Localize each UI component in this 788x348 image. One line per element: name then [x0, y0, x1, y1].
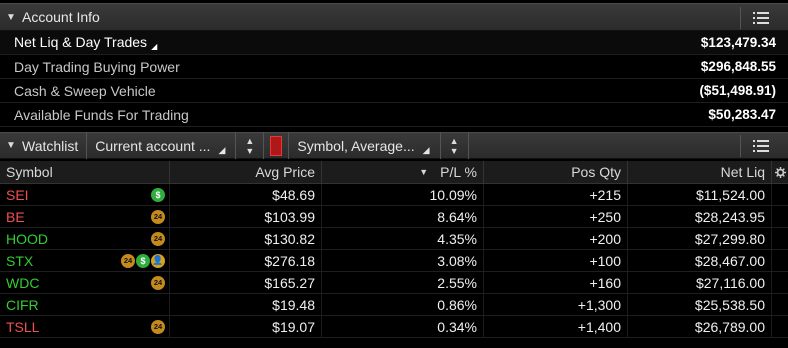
avg-price-cell: $130.82 — [170, 228, 322, 249]
dividend-icon: $ — [136, 253, 150, 268]
account-menu-button[interactable] — [740, 7, 780, 29]
symbol-cell[interactable]: TSLL — [6, 319, 39, 335]
spinner-down-icon[interactable]: ▼ — [450, 146, 459, 156]
avg-price-cell: $276.18 — [170, 250, 322, 271]
spinner-up-icon[interactable]: ▲ — [450, 136, 459, 146]
col-header-pl[interactable]: ▼ P/L % — [322, 161, 484, 183]
table-row[interactable]: HOOD 24 $130.82 4.35% +200 $27,299.80 — [0, 228, 788, 250]
account-select-value: Current account ... — [95, 137, 211, 154]
24-hour-trading-icon: 24 — [151, 275, 165, 290]
table-row[interactable]: CIFR $19.48 0.86% +1,300 $25,538.50 — [0, 294, 788, 316]
symbol-cell[interactable]: HOOD — [6, 231, 48, 247]
spinner-up-icon[interactable]: ▲ — [245, 136, 254, 146]
account-info-header: ▼ Account Info — [0, 3, 788, 31]
spinner-down-icon[interactable]: ▼ — [245, 146, 254, 156]
sort-desc-icon: ▼ — [419, 167, 429, 177]
net-liq-cell: $11,524.00 — [628, 184, 772, 205]
net-liq-cell: $28,243.95 — [628, 206, 772, 227]
watchlist-header: ▼ Watchlist Current account ... ◢ ▲ ▼ Sy… — [0, 132, 788, 159]
account-info-panel: Net Liq & Day Trades ◢ $123,479.34 Day Tr… — [0, 31, 788, 127]
net-liq-cell: $28,467.00 — [628, 250, 772, 271]
avg-price-cell: $19.48 — [170, 294, 322, 315]
net-liq-cell: $25,538.50 — [628, 294, 772, 315]
col-header-pos-qty[interactable]: Pos Qty — [484, 161, 628, 183]
account-info-title: Account Info — [22, 9, 100, 25]
account-row-net-liq[interactable]: Net Liq & Day Trades ◢ $123,479.34 — [0, 31, 788, 55]
symbol-cell[interactable]: WDC — [6, 275, 39, 291]
account-label-net-liq: Net Liq & Day Trades ◢ — [14, 34, 157, 51]
watchlist-menu-button[interactable] — [740, 135, 780, 157]
net-liq-cell: $26,789.00 — [628, 316, 772, 337]
net-liq-label: Net Liq & Day Trades — [14, 34, 148, 50]
symbol-cell[interactable]: BE — [6, 209, 25, 225]
avg-price-cell: $48.69 — [170, 184, 322, 205]
account-label-buying-power: Day Trading Buying Power — [14, 58, 180, 75]
24-hour-trading-icon: 24 — [121, 253, 135, 268]
list-menu-icon — [752, 12, 769, 24]
24-hour-trading-icon: 24 — [151, 319, 165, 334]
pos-qty-cell: +1,400 — [484, 316, 628, 337]
col-header-net-liq[interactable]: Net Liq — [628, 161, 772, 183]
table-row[interactable]: WDC 24 $165.27 2.55% +160 $27,116.00 — [0, 272, 788, 294]
account-value-cash: ($51,498.91) — [699, 83, 776, 98]
pos-qty-cell: +160 — [484, 272, 628, 293]
pos-qty-cell: +100 — [484, 250, 628, 271]
account-row-cash: Cash & Sweep Vehicle ($51,498.91) — [0, 79, 788, 103]
watchlist-title: Watchlist — [22, 132, 88, 159]
pos-qty-cell: +250 — [484, 206, 628, 227]
account-value-net-liq: $123,479.34 — [700, 35, 776, 50]
avg-price-cell: $19.07 — [170, 316, 322, 337]
columns-select-value: Symbol, Average... — [297, 137, 415, 154]
table-row[interactable]: STX 24 $ 👤 $276.18 3.08% +100 $28,467.00 — [0, 250, 788, 272]
pl-cell: 10.09% — [322, 184, 484, 205]
dropdown-arrow-icon: ◢ — [218, 145, 226, 155]
24-hour-trading-icon: 24 — [151, 209, 165, 224]
symbol-cell[interactable]: STX — [6, 253, 33, 269]
table-row[interactable]: TSLL 24 $19.07 0.34% +1,400 $26,789.00 — [0, 316, 788, 338]
account-label-cash: Cash & Sweep Vehicle — [14, 82, 156, 99]
account-spinner[interactable]: ▲ ▼ — [236, 132, 265, 159]
table-header: Symbol Avg Price ▼ P/L % Pos Qty Net Liq — [0, 161, 788, 184]
account-label-available-funds: Available Funds For Trading — [14, 106, 189, 123]
col-header-pl-label: P/L % — [440, 164, 477, 180]
account-value-available-funds: $50,283.47 — [708, 107, 776, 122]
account-select-dropdown[interactable]: Current account ... ◢ — [87, 132, 237, 159]
pos-qty-cell: +200 — [484, 228, 628, 249]
avg-price-cell: $165.27 — [170, 272, 322, 293]
account-row-buying-power: Day Trading Buying Power $296,848.55 — [0, 55, 788, 79]
pl-cell: 4.35% — [322, 228, 484, 249]
pl-cell: 0.86% — [322, 294, 484, 315]
pl-cell: 8.64% — [322, 206, 484, 227]
pl-cell: 0.34% — [322, 316, 484, 337]
pl-cell: 2.55% — [322, 272, 484, 293]
account-row-available-funds: Available Funds For Trading $50,283.47 — [0, 103, 788, 127]
24-hour-trading-icon: 24 — [151, 231, 165, 246]
avg-price-cell: $103.99 — [170, 206, 322, 227]
pos-qty-cell: +1,300 — [484, 294, 628, 315]
pl-cell: 3.08% — [322, 250, 484, 271]
collapse-watchlist-icon[interactable]: ▼ — [0, 140, 22, 151]
collapse-account-icon[interactable]: ▼ — [0, 12, 22, 23]
column-settings-gear-icon[interactable] — [772, 161, 788, 183]
person-icon: 👤 — [151, 253, 165, 268]
columns-select-dropdown[interactable]: Symbol, Average... ◢ — [289, 132, 441, 159]
symbol-cell[interactable]: CIFR — [6, 297, 39, 313]
col-header-avg-price[interactable]: Avg Price — [170, 161, 322, 183]
table-row[interactable]: SEI $ $48.69 10.09% +215 $11,524.00 — [0, 184, 788, 206]
watchlist-table: Symbol Avg Price ▼ P/L % Pos Qty Net Liq … — [0, 161, 788, 338]
dropdown-triangle-icon[interactable]: ◢ — [151, 42, 157, 51]
link-color-button[interactable] — [264, 132, 290, 159]
net-liq-cell: $27,299.80 — [628, 228, 772, 249]
pos-qty-cell: +215 — [484, 184, 628, 205]
account-value-buying-power: $296,848.55 — [700, 59, 776, 74]
dropdown-arrow-icon: ◢ — [422, 145, 430, 155]
dividend-icon: $ — [151, 187, 165, 202]
columns-spinner[interactable]: ▲ ▼ — [441, 132, 469, 159]
table-row[interactable]: BE 24 $103.99 8.64% +250 $28,243.95 — [0, 206, 788, 228]
red-link-icon — [270, 135, 283, 156]
symbol-cell[interactable]: SEI — [6, 187, 29, 203]
col-header-symbol[interactable]: Symbol — [0, 161, 170, 183]
list-menu-icon — [752, 140, 769, 152]
net-liq-cell: $27,116.00 — [628, 272, 772, 293]
